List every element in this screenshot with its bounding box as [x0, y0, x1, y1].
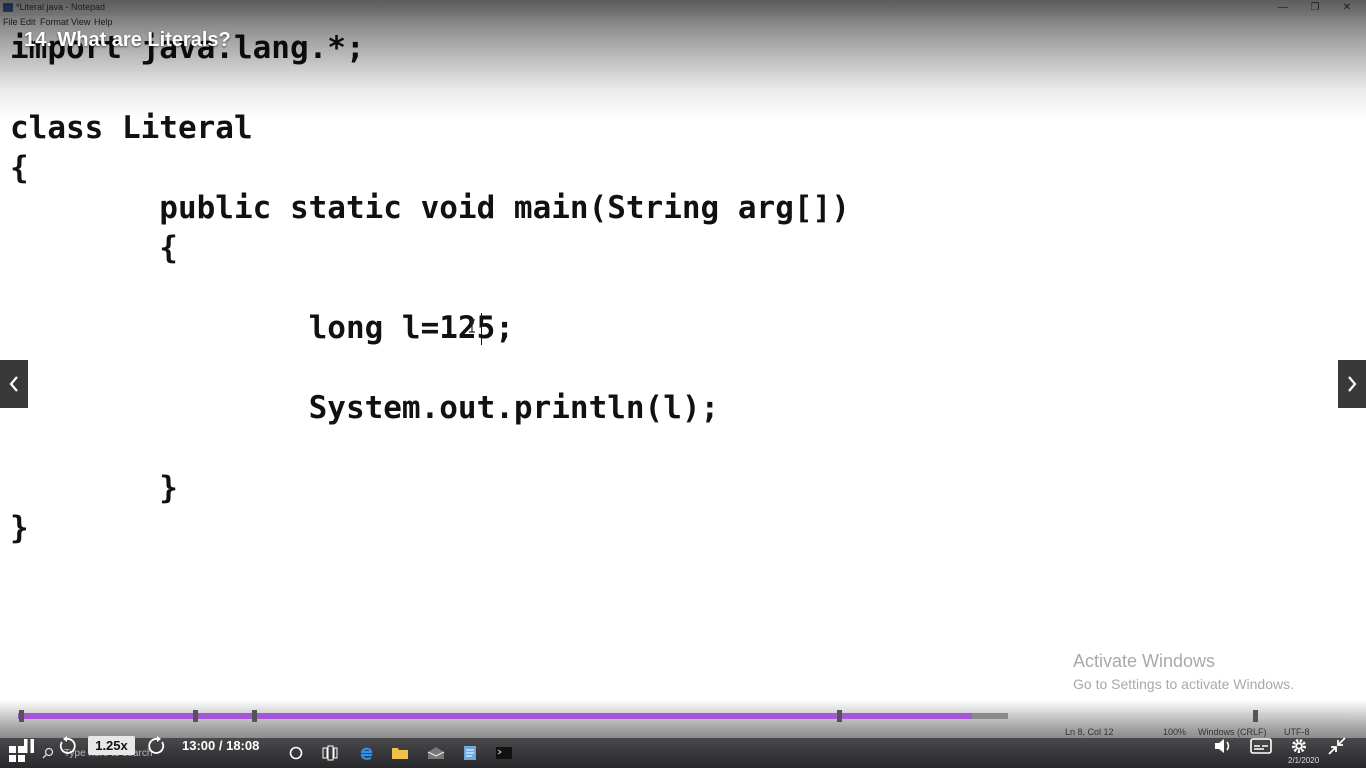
playback-time: 13:00 / 18:08: [182, 738, 260, 753]
code-line-10: System.out.println(l);: [10, 390, 720, 426]
code-line-6: {: [10, 230, 178, 266]
chapter-marker[interactable]: [193, 710, 198, 722]
task-view-icon[interactable]: [321, 744, 339, 762]
forward-icon: [148, 736, 165, 754]
chevron-left-icon: [9, 376, 18, 392]
code-line-13: }: [10, 510, 29, 546]
rewind-icon: [59, 736, 76, 754]
settings-button[interactable]: [1288, 735, 1310, 757]
status-position: Ln 8, Col 12: [1065, 727, 1114, 737]
menu-edit[interactable]: Edit: [20, 17, 36, 27]
command-prompt-icon[interactable]: [495, 744, 513, 762]
volume-button[interactable]: [1212, 736, 1234, 756]
chevron-right-icon: [1348, 376, 1357, 392]
activate-windows-subtitle: Go to Settings to activate Windows.: [1073, 676, 1294, 692]
notepad-menubar: [0, 16, 1366, 30]
ibeam-cursor-icon: [469, 319, 475, 333]
captions-button[interactable]: [1249, 736, 1273, 756]
text-caret: [481, 313, 482, 345]
cortana-icon[interactable]: [287, 744, 305, 762]
rewind-button[interactable]: [56, 735, 78, 757]
maximize-button[interactable]: ❐: [1300, 1, 1330, 15]
collapse-icon: [1328, 737, 1346, 755]
code-line-8: long l=125;: [10, 310, 514, 346]
notepad-titlebar: *Literal.java - Notepad — ❐ ✕: [0, 0, 1366, 16]
code-line-3: class Literal: [10, 110, 253, 146]
status-zoom: 100%: [1163, 727, 1187, 737]
mail-icon[interactable]: [427, 744, 445, 762]
chapter-marker[interactable]: [19, 710, 24, 722]
notepad-window-title: *Literal.java - Notepad: [16, 2, 106, 12]
volume-icon: [1215, 739, 1230, 753]
code-line-12: }: [10, 470, 178, 506]
gear-icon: [1292, 739, 1306, 753]
search-icon[interactable]: [42, 747, 54, 759]
playback-speed-button[interactable]: 1.25x: [88, 736, 135, 755]
notepad-taskbar-icon[interactable]: [461, 744, 479, 762]
pause-icon: [24, 739, 34, 753]
menu-format[interactable]: Format: [40, 17, 69, 27]
menu-view[interactable]: View: [71, 17, 90, 27]
menu-file[interactable]: File: [3, 17, 18, 27]
pause-button[interactable]: [20, 736, 38, 756]
captions-icon: [1250, 738, 1272, 754]
chapter-marker[interactable]: [837, 710, 842, 722]
edge-browser-icon[interactable]: [357, 744, 375, 762]
activate-windows-title: Activate Windows: [1073, 651, 1216, 671]
chapter-marker[interactable]: [252, 710, 257, 722]
video-progress-bar[interactable]: [18, 713, 1348, 719]
notepad-app-icon: [3, 3, 13, 12]
previous-lecture-button[interactable]: [0, 360, 28, 408]
close-button[interactable]: ✕: [1332, 1, 1362, 15]
progress-played: [18, 713, 972, 719]
code-line-5: public static void main(String arg[]): [10, 190, 850, 226]
next-lecture-button[interactable]: [1338, 360, 1366, 408]
taskbar-date: 2/1/2020: [1288, 756, 1320, 765]
exit-fullscreen-button[interactable]: [1326, 735, 1348, 757]
minimize-button[interactable]: —: [1268, 1, 1298, 15]
menu-help[interactable]: Help: [94, 17, 113, 27]
chapter-marker[interactable]: [1253, 710, 1258, 722]
file-explorer-icon[interactable]: [391, 744, 409, 762]
code-line-4: {: [10, 150, 29, 186]
video-title: 14. What are Literals?: [24, 29, 231, 51]
forward-button[interactable]: [146, 735, 168, 757]
